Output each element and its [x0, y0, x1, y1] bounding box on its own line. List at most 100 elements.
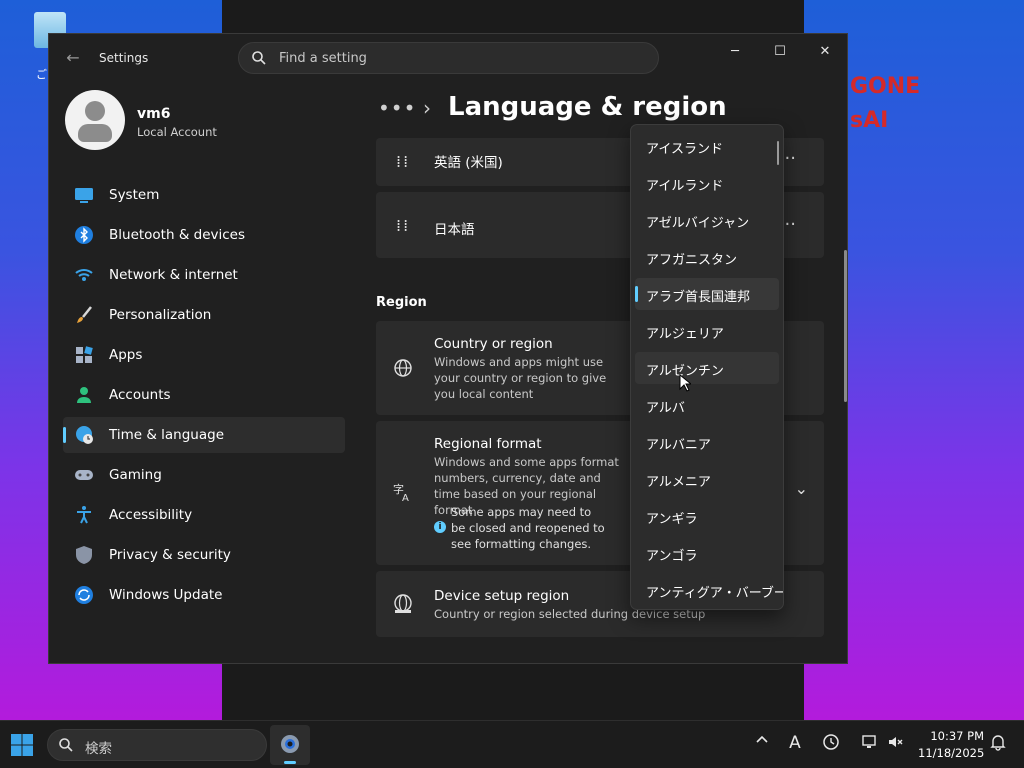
taskbar: 検索 A 10:37 PM 11/18/2025	[0, 720, 1024, 768]
breadcrumb-more[interactable]: •••	[378, 96, 416, 120]
notification-bell-icon[interactable]	[988, 733, 1008, 755]
gamepad-icon	[75, 470, 93, 480]
minimize-button[interactable]: ─	[725, 42, 745, 62]
dropdown-option[interactable]: アンギラ	[635, 500, 779, 532]
apps-icon	[76, 346, 93, 363]
taskbar-search-placeholder: 検索	[85, 741, 112, 757]
wifi-icon	[75, 269, 93, 281]
dropdown-option-hovered[interactable]: アルゼンチン	[635, 352, 779, 384]
search-icon	[252, 51, 266, 65]
chevron-right-icon: ›	[423, 96, 431, 120]
maximize-button[interactable]: ☐	[770, 42, 790, 62]
globe-clock-icon	[76, 426, 93, 444]
sidebar-item-gaming[interactable]: Gaming	[63, 457, 345, 493]
sidebar-item-network[interactable]: Network & internet	[63, 257, 345, 293]
globe-icon	[394, 359, 412, 377]
recycle-bin-label: ご	[36, 68, 47, 81]
profile-account-type: Local Account	[137, 125, 217, 139]
language-name: 英語 (米国)	[434, 155, 503, 171]
dropdown-option[interactable]: アフガニスタン	[635, 241, 779, 273]
dropdown-option[interactable]: アルジェリア	[635, 315, 779, 347]
sidebar-item-label: Accessibility	[109, 507, 193, 523]
dropdown-option[interactable]: アイスランド	[635, 130, 779, 162]
sidebar-item-label: Network & internet	[109, 267, 238, 283]
close-button[interactable]: ✕	[815, 42, 835, 62]
app-title: Settings	[99, 51, 149, 65]
sidebar-item-personalization[interactable]: Personalization	[63, 297, 345, 333]
search-icon	[59, 738, 73, 752]
mouse-cursor-icon	[679, 374, 691, 392]
settings-search-input[interactable]: Find a setting	[238, 42, 659, 74]
card-title: Regional format	[434, 436, 542, 452]
taskbar-settings-app[interactable]	[270, 725, 310, 765]
shield-icon	[76, 546, 92, 564]
card-title: Device setup region	[434, 588, 570, 604]
title-bar: ← Settings Find a setting ─ ☐ ✕	[49, 34, 849, 82]
ime-indicator[interactable]: A	[785, 733, 805, 755]
taskbar-clock-time[interactable]: 10:37 PM	[930, 729, 984, 743]
search-placeholder: Find a setting	[279, 51, 367, 66]
sidebar-item-label: Gaming	[109, 467, 162, 483]
back-arrow-icon[interactable]: ←	[63, 48, 83, 68]
network-icon[interactable]	[860, 733, 880, 755]
brush-icon	[77, 306, 92, 323]
sidebar-item-bluetooth[interactable]: Bluetooth & devices	[63, 217, 345, 253]
dropdown-option[interactable]: アルバ	[635, 389, 779, 421]
dropdown-option[interactable]: アルメニア	[635, 463, 779, 495]
page-title: Language & region	[448, 92, 727, 122]
dropdown-option[interactable]: アンティグア・バーブーダ	[635, 574, 783, 606]
sidebar-item-label: System	[109, 187, 160, 203]
sidebar-item-time-language[interactable]: Time & language	[63, 417, 345, 453]
volume-muted-icon[interactable]	[886, 733, 906, 755]
sidebar-item-system[interactable]: System	[63, 177, 345, 213]
sidebar-item-label: Apps	[109, 347, 143, 363]
info-icon: i	[434, 521, 446, 533]
running-indicator	[284, 761, 296, 764]
wallpaper-text-line1: GONE	[850, 74, 921, 99]
taskbar-clock-date[interactable]: 11/18/2025	[918, 746, 984, 760]
dropdown-option-selected[interactable]: アラブ首長国連邦	[635, 278, 779, 310]
svg-text:A: A	[402, 493, 409, 503]
info-text: Some apps may need to be closed and reop…	[451, 505, 605, 551]
chevron-up-icon[interactable]	[752, 733, 772, 755]
windows-start-icon[interactable]	[10, 733, 34, 757]
sidebar-item-apps[interactable]: Apps	[63, 337, 345, 373]
update-icon	[75, 586, 93, 604]
sidebar-item-label: Windows Update	[109, 587, 223, 603]
sidebar-item-label: Accounts	[109, 387, 171, 403]
sidebar-item-privacy[interactable]: Privacy & security	[63, 537, 345, 573]
drag-handle-icon[interactable]: ⁞⁞	[396, 152, 410, 171]
language-name: 日本語	[434, 222, 475, 238]
sidebar-item-label: Time & language	[109, 427, 225, 443]
wallpaper-text-line2: sAI	[850, 108, 889, 133]
globe-device-icon	[394, 594, 412, 613]
sidebar-item-label: Bluetooth & devices	[109, 227, 246, 243]
accessibility-icon	[77, 506, 91, 524]
taskbar-search-input[interactable]: 検索	[47, 729, 267, 761]
sidebar-item-accounts[interactable]: Accounts	[63, 377, 345, 413]
dropdown-option[interactable]: アイルランド	[635, 167, 779, 199]
ime-mode-icon[interactable]	[821, 733, 841, 755]
sidebar-item-label: Personalization	[109, 307, 212, 323]
sidebar-item-accessibility[interactable]: Accessibility	[63, 497, 345, 533]
bluetooth-icon	[75, 226, 93, 244]
language-format-icon: 字A	[393, 482, 409, 503]
drag-handle-icon[interactable]: ⁞⁞	[396, 216, 410, 235]
profile-name: vm6	[137, 106, 171, 122]
card-description: Windows and apps might use your country …	[434, 355, 607, 401]
dropdown-option[interactable]: アゼルバイジャン	[635, 204, 779, 236]
card-title: Country or region	[434, 336, 553, 352]
country-dropdown-list[interactable]: アイスランド アイルランド アゼルバイジャン アフガニスタン アラブ首長国連邦 …	[630, 124, 784, 610]
avatar[interactable]	[65, 90, 125, 150]
content-scrollbar[interactable]	[844, 250, 847, 402]
dropdown-option[interactable]: アンゴラ	[635, 537, 779, 569]
sidebar-item-label: Privacy & security	[109, 547, 231, 563]
section-title-region: Region	[376, 295, 427, 310]
sidebar-nav: System Bluetooth & devices Network & int…	[63, 177, 345, 617]
dropdown-option[interactable]: アルバニア	[635, 426, 779, 458]
settings-gear-icon	[281, 735, 299, 753]
monitor-icon	[75, 188, 93, 203]
sidebar-item-windows-update[interactable]: Windows Update	[63, 577, 345, 613]
chevron-down-icon[interactable]: ⌄	[795, 479, 808, 498]
person-icon	[77, 387, 91, 403]
